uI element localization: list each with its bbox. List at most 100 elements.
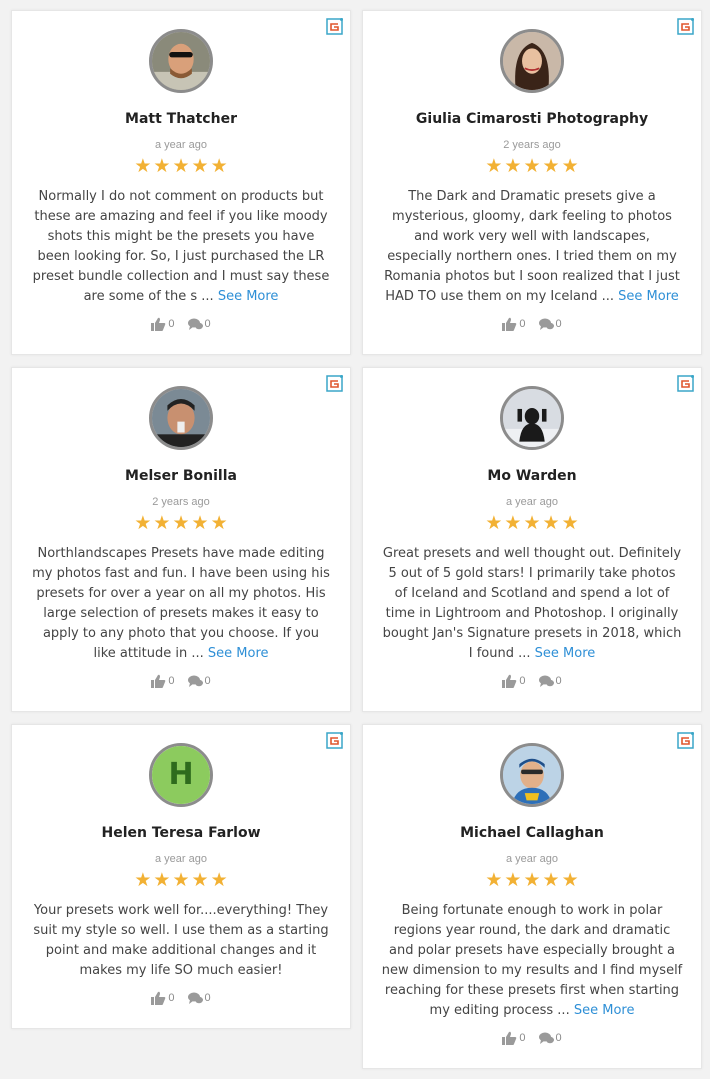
review-actions: 0 0 bbox=[363, 674, 701, 688]
star-icon: ★ bbox=[153, 156, 171, 177]
star-icon: ★ bbox=[561, 870, 579, 891]
review-text: Great presets and well thought out. Defi… bbox=[381, 544, 683, 664]
review-card: H Helen Teresa Farlow a year ago ★ ★ ★ ★ ★ Y… bbox=[11, 724, 351, 1029]
comment-icon bbox=[187, 675, 203, 687]
review-card: Michael Callaghan a year ago ★ ★ ★ ★ ★ Being… bbox=[362, 724, 702, 1069]
review-card: Giulia Cimarosti Photography 2 years ago… bbox=[362, 10, 702, 355]
review-actions: 0 0 bbox=[12, 991, 350, 1005]
review-text: Normally I do not comment on products bu… bbox=[30, 187, 332, 307]
review-body: The Dark and Dramatic presets give a mys… bbox=[384, 189, 680, 304]
star-icon: ★ bbox=[504, 870, 522, 891]
google-source-icon[interactable] bbox=[326, 17, 344, 35]
star-rating: ★ ★ ★ ★ ★ bbox=[12, 871, 350, 891]
comment-count: 0 bbox=[204, 675, 211, 687]
comment-count: 0 bbox=[555, 1032, 562, 1044]
star-icon: ★ bbox=[542, 870, 560, 891]
like-button[interactable]: 0 bbox=[151, 991, 174, 1005]
see-more-link[interactable]: See More bbox=[535, 646, 596, 661]
comment-button[interactable]: 0 bbox=[538, 674, 562, 688]
review-card: Matt Thatcher a year ago ★ ★ ★ ★ ★ Normally … bbox=[11, 10, 351, 355]
review-time: a year ago bbox=[155, 139, 207, 151]
star-icon: ★ bbox=[542, 513, 560, 534]
star-rating: ★ ★ ★ ★ ★ bbox=[363, 157, 701, 177]
reviewer-name[interactable]: Michael Callaghan bbox=[363, 825, 701, 841]
comment-count: 0 bbox=[555, 675, 562, 687]
comment-button[interactable]: 0 bbox=[538, 317, 562, 331]
star-rating: ★ ★ ★ ★ ★ bbox=[12, 514, 350, 534]
star-icon: ★ bbox=[210, 156, 228, 177]
star-icon: ★ bbox=[153, 870, 171, 891]
star-icon: ★ bbox=[210, 870, 228, 891]
review-time: 2 years ago bbox=[152, 496, 210, 508]
star-icon: ★ bbox=[172, 870, 190, 891]
thumbs-up-icon bbox=[151, 317, 166, 331]
review-actions: 0 0 bbox=[12, 317, 350, 331]
see-more-link[interactable]: See More bbox=[574, 1003, 635, 1018]
avatar bbox=[500, 743, 564, 807]
star-icon: ★ bbox=[172, 156, 190, 177]
review-card: Melser Bonilla 2 years ago ★ ★ ★ ★ ★ Northla… bbox=[11, 367, 351, 712]
like-button[interactable]: 0 bbox=[151, 674, 174, 688]
star-icon: ★ bbox=[191, 870, 209, 891]
avatar bbox=[149, 386, 213, 450]
reviewer-name[interactable]: Helen Teresa Farlow bbox=[12, 825, 350, 841]
star-rating: ★ ★ ★ ★ ★ bbox=[363, 871, 701, 891]
comment-button[interactable]: 0 bbox=[187, 991, 211, 1005]
see-more-link[interactable]: See More bbox=[618, 289, 679, 304]
comment-icon bbox=[538, 318, 554, 330]
review-time: 2 years ago bbox=[503, 139, 561, 151]
thumbs-up-icon bbox=[151, 991, 166, 1005]
comment-button[interactable]: 0 bbox=[187, 674, 211, 688]
star-icon: ★ bbox=[191, 156, 209, 177]
reviewer-name[interactable]: Mo Warden bbox=[363, 468, 701, 484]
star-rating: ★ ★ ★ ★ ★ bbox=[363, 514, 701, 534]
thumbs-up-icon bbox=[151, 674, 166, 688]
reviewer-name[interactable]: Melser Bonilla bbox=[12, 468, 350, 484]
review-actions: 0 0 bbox=[12, 674, 350, 688]
google-source-icon[interactable] bbox=[677, 17, 695, 35]
thumbs-up-icon bbox=[502, 674, 517, 688]
star-icon: ★ bbox=[134, 156, 152, 177]
review-actions: 0 0 bbox=[363, 317, 701, 331]
review-body: Your presets work well for....everything… bbox=[33, 903, 329, 978]
avatar-letter: H bbox=[152, 746, 210, 804]
google-source-icon[interactable] bbox=[677, 731, 695, 749]
review-time: a year ago bbox=[506, 853, 558, 865]
google-source-icon[interactable] bbox=[326, 374, 344, 392]
star-icon: ★ bbox=[153, 513, 171, 534]
comment-button[interactable]: 0 bbox=[187, 317, 211, 331]
comment-icon bbox=[538, 1032, 554, 1044]
google-source-icon[interactable] bbox=[326, 731, 344, 749]
review-body: Being fortunate enough to work in polar … bbox=[381, 903, 683, 1018]
star-icon: ★ bbox=[134, 513, 152, 534]
star-icon: ★ bbox=[172, 513, 190, 534]
like-count: 0 bbox=[519, 675, 526, 687]
review-time: a year ago bbox=[155, 853, 207, 865]
google-source-icon[interactable] bbox=[677, 374, 695, 392]
like-button[interactable]: 0 bbox=[502, 674, 525, 688]
review-body: Great presets and well thought out. Defi… bbox=[382, 546, 682, 661]
see-more-link[interactable]: See More bbox=[208, 646, 269, 661]
avatar: H bbox=[149, 743, 213, 807]
star-icon: ★ bbox=[561, 156, 579, 177]
star-icon: ★ bbox=[134, 870, 152, 891]
review-text: Being fortunate enough to work in polar … bbox=[381, 901, 683, 1021]
comment-button[interactable]: 0 bbox=[538, 1031, 562, 1045]
comment-icon bbox=[538, 675, 554, 687]
comment-count: 0 bbox=[204, 992, 211, 1004]
star-rating: ★ ★ ★ ★ ★ bbox=[12, 157, 350, 177]
like-count: 0 bbox=[168, 318, 175, 330]
see-more-link[interactable]: See More bbox=[218, 289, 279, 304]
like-button[interactable]: 0 bbox=[151, 317, 174, 331]
reviewer-name[interactable]: Matt Thatcher bbox=[12, 111, 350, 127]
star-icon: ★ bbox=[504, 156, 522, 177]
avatar bbox=[500, 386, 564, 450]
like-count: 0 bbox=[519, 318, 526, 330]
like-button[interactable]: 0 bbox=[502, 317, 525, 331]
like-button[interactable]: 0 bbox=[502, 1031, 525, 1045]
star-icon: ★ bbox=[485, 870, 503, 891]
star-icon: ★ bbox=[485, 156, 503, 177]
avatar bbox=[500, 29, 564, 93]
reviewer-name[interactable]: Giulia Cimarosti Photography bbox=[363, 111, 701, 127]
comment-icon bbox=[187, 992, 203, 1004]
